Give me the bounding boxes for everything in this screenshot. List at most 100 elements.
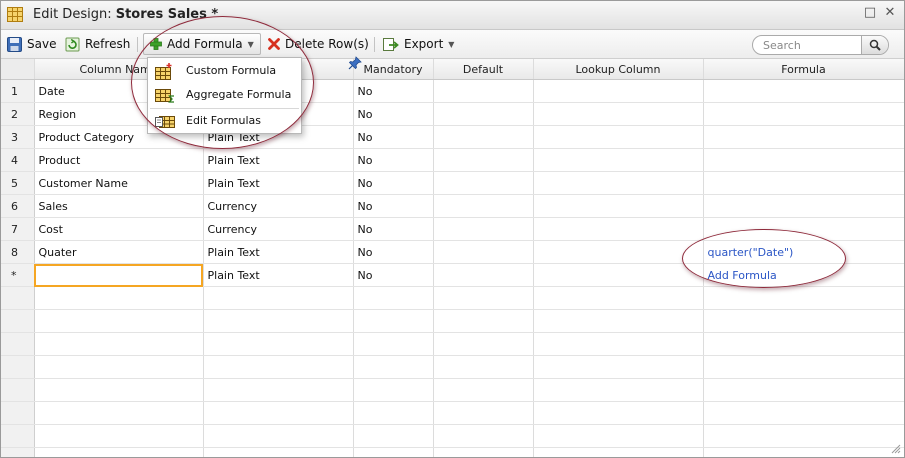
cell-mandatory[interactable]: No [353,148,434,172]
cell-type[interactable]: Plain Text [203,263,354,287]
delete-rows-button[interactable]: Delete Row(s) [268,34,369,54]
resize-grip-icon[interactable] [889,442,901,454]
empty-cell [203,401,354,425]
cell-lookup-column[interactable] [533,171,704,195]
cell-mandatory[interactable]: No [353,79,434,103]
cell-lookup-column[interactable] [533,217,704,241]
cell-default[interactable] [433,125,534,149]
empty-cell [533,447,704,457]
cell-column-name[interactable]: Customer Name [34,171,204,195]
cell-column-name[interactable]: Cost [34,217,204,241]
column-header-default[interactable]: Default [433,59,534,80]
add-formula-link[interactable]: Add Formula [703,263,904,287]
edit-design-window: Edit Design: Stores Sales * □ ✕ Save Ref… [0,0,905,458]
cell-lookup-column[interactable] [533,240,704,264]
save-button[interactable]: Save [7,34,56,54]
window-title: Edit Design: Stores Sales * [33,7,218,22]
new-column-name-input[interactable] [34,263,204,287]
search-box [752,35,889,55]
search-button[interactable] [861,36,888,54]
empty-cell [703,355,904,379]
empty-cell [34,401,204,425]
column-header-mandatory[interactable]: Mandatory [353,59,434,80]
cell-type[interactable]: Plain Text [203,171,354,195]
column-header-formula[interactable]: Formula [703,59,904,80]
window-title-name: Stores Sales * [115,7,219,22]
empty-cell [1,401,35,425]
cell-lookup-column[interactable] [533,79,704,103]
cell-mandatory[interactable]: No [353,240,434,264]
empty-cell [533,309,704,333]
table-row[interactable]: 4 Product Plain Text No [1,148,904,172]
export-button[interactable]: Export ▼ [383,34,454,54]
new-table-row[interactable]: * Plain Text No Add Formula [1,263,904,287]
menu-item-custom-formula[interactable]: Custom Formula [148,60,301,82]
empty-cell [433,332,534,356]
refresh-button[interactable]: Refresh [65,34,130,54]
cell-formula[interactable] [703,171,904,195]
cell-lookup-column[interactable] [533,263,704,287]
empty-cell [1,355,35,379]
empty-row [1,401,904,425]
cell-formula[interactable] [703,125,904,149]
cell-default[interactable] [433,102,534,126]
cell-mandatory[interactable]: No [353,263,434,287]
empty-cell [433,286,534,310]
table-row[interactable]: 7 Cost Currency No [1,217,904,241]
cell-default[interactable] [433,79,534,103]
add-formula-button[interactable]: Add Formula ▼ [143,33,261,55]
cell-type[interactable]: Plain Text [203,148,354,172]
cell-default[interactable] [433,240,534,264]
cell-column-name[interactable]: Product [34,148,204,172]
table-row[interactable]: 5 Customer Name Plain Text No [1,171,904,195]
cell-formula[interactable] [703,79,904,103]
chevron-down-icon: ▼ [448,39,455,49]
table-row[interactable]: 8 Quater Plain Text No quarter("Date") [1,240,904,264]
cell-lookup-column[interactable] [533,194,704,218]
cell-formula[interactable] [703,217,904,241]
cell-type[interactable]: Currency [203,217,354,241]
cell-mandatory[interactable]: No [353,171,434,195]
cell-formula[interactable] [703,194,904,218]
cell-lookup-column[interactable] [533,125,704,149]
empty-cell [1,332,35,356]
empty-cell [703,424,904,448]
table-row[interactable]: 3 Product Category Plain Text No [1,125,904,149]
maximize-button[interactable]: □ [863,6,877,20]
empty-cell [1,447,35,457]
menu-item-aggregate-formula[interactable]: Aggregate Formula [148,84,301,106]
cell-type[interactable]: Plain Text [203,240,354,264]
cell-mandatory[interactable]: No [353,125,434,149]
menu-item-label: Aggregate Formula [186,88,292,101]
cell-formula[interactable] [703,102,904,126]
cell-lookup-column[interactable] [533,148,704,172]
cell-default[interactable] [433,263,534,287]
cell-default[interactable] [433,171,534,195]
table-row[interactable]: 2 Region No [1,102,904,126]
menu-item-edit-formulas[interactable]: Edit Formulas [148,110,301,132]
cell-mandatory[interactable]: No [353,102,434,126]
table-row[interactable]: 6 Sales Currency No [1,194,904,218]
cell-lookup-column[interactable] [533,102,704,126]
column-header-lookup[interactable]: Lookup Column [533,59,704,80]
search-input[interactable] [763,38,853,52]
cell-column-name[interactable]: Quater [34,240,204,264]
empty-cell [353,332,434,356]
cell-default[interactable] [433,148,534,172]
cell-mandatory[interactable]: No [353,194,434,218]
table-row[interactable]: 1 Date No [1,79,904,103]
cell-column-name[interactable]: Sales [34,194,204,218]
cell-formula[interactable]: quarter("Date") [703,240,904,264]
cell-formula[interactable] [703,148,904,172]
cell-default[interactable] [433,194,534,218]
empty-cell [34,424,204,448]
pin-icon[interactable] [348,56,362,70]
cell-type[interactable]: Currency [203,194,354,218]
cell-mandatory[interactable]: No [353,217,434,241]
close-button[interactable]: ✕ [883,6,897,20]
row-number-header [1,59,35,80]
row-number: 3 [1,125,35,149]
header-row: Column Name Type Mandatory Default Looku… [1,59,904,80]
cell-default[interactable] [433,217,534,241]
empty-cell [533,401,704,425]
